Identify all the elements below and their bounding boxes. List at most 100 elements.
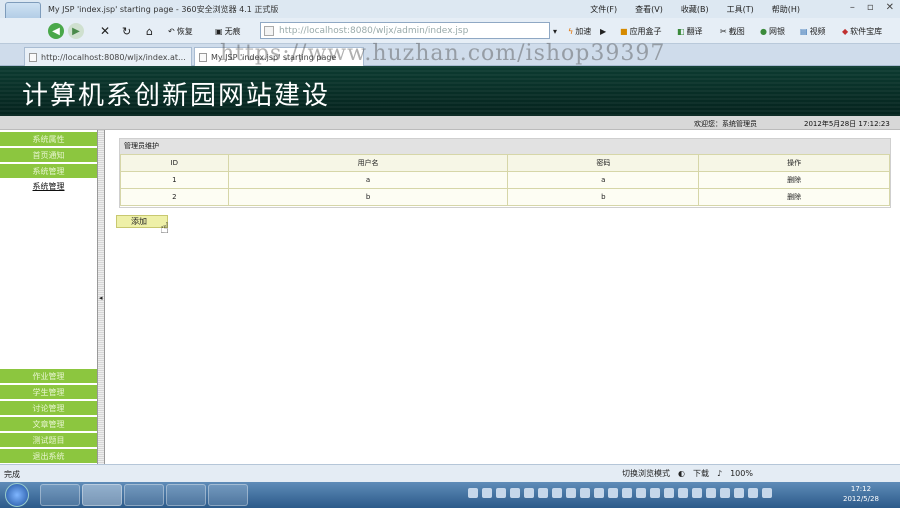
- sidebar-item-system-management[interactable]: 系统管理: [0, 164, 97, 179]
- software-button[interactable]: ◆ 软件宝库: [842, 23, 882, 39]
- menu-tools[interactable]: 工具(T): [727, 4, 754, 15]
- tray-icon[interactable]: [594, 488, 604, 498]
- menu-favorites[interactable]: 收藏(B): [681, 4, 709, 15]
- video-icon: ▤: [800, 26, 808, 36]
- clock-time: 17:12: [850, 485, 872, 493]
- taskbar-360-browser-icon[interactable]: [82, 484, 122, 506]
- taskbar-eclipse-icon[interactable]: [124, 484, 164, 506]
- tray-icon[interactable]: [552, 488, 562, 498]
- column-header-username: 用户名: [227, 154, 509, 172]
- window-titlebar: My JSP 'index.jsp' starting page - 360安全…: [0, 0, 900, 38]
- tray-icon[interactable]: [650, 488, 660, 498]
- frame-splitter[interactable]: ◂: [97, 130, 105, 464]
- tray-icon[interactable]: [580, 488, 590, 498]
- download-button[interactable]: 下载: [693, 468, 709, 479]
- tray-icon[interactable]: [510, 488, 520, 498]
- tray-icon[interactable]: [692, 488, 702, 498]
- sidebar-item-homework[interactable]: 作业管理: [0, 369, 97, 384]
- play-icon: ▶: [600, 26, 607, 36]
- window-title: My JSP 'index.jsp' starting page - 360安全…: [48, 5, 279, 14]
- tray-icon[interactable]: [734, 488, 744, 498]
- switch-mode-button[interactable]: 切换浏览模式: [622, 468, 670, 479]
- cell-password: b: [507, 188, 700, 206]
- tray-icon[interactable]: [762, 488, 772, 498]
- address-dropdown[interactable]: ▾: [553, 23, 557, 39]
- tray-icon[interactable]: [664, 488, 674, 498]
- tray-icon[interactable]: [636, 488, 646, 498]
- restore-button[interactable]: ↶ 恢复: [168, 23, 193, 39]
- tray-icon[interactable]: [524, 488, 534, 498]
- forward-button[interactable]: ▶: [68, 23, 84, 39]
- accelerate-button[interactable]: ϟ 加速: [568, 23, 591, 39]
- back-button[interactable]: ◀: [48, 23, 64, 39]
- forward-arrow-icon: ▶: [68, 23, 84, 39]
- tab-index-at[interactable]: http://localhost:8080/wljx/index.at...: [24, 47, 192, 66]
- collapse-arrow-icon[interactable]: ◂: [99, 294, 103, 302]
- sidebar-subitem-system-management[interactable]: 系统管理: [0, 179, 97, 194]
- start-button[interactable]: [5, 483, 29, 507]
- app-box-button[interactable]: ■ 应用盒子: [620, 23, 662, 39]
- tray-icon[interactable]: [706, 488, 716, 498]
- software-label: 软件宝库: [850, 26, 883, 36]
- main-content: 管理员维护 ID 用户名 密码 操作 1 a a 删除 2 b b 删除: [105, 130, 900, 464]
- app-box-icon: ■: [620, 26, 628, 36]
- delete-link[interactable]: 删除: [698, 171, 890, 189]
- netbank-label: 网银: [768, 26, 785, 36]
- refresh-button[interactable]: ↻: [122, 23, 131, 39]
- no-trace-button[interactable]: ▣ 无痕: [215, 23, 241, 39]
- menu-view[interactable]: 查看(V): [635, 4, 663, 15]
- tray-icon[interactable]: [622, 488, 632, 498]
- delete-link[interactable]: 删除: [698, 188, 890, 206]
- status-right: 切换浏览模式 ◐ 下载 ♪ 100%: [622, 468, 753, 479]
- menu-file[interactable]: 文件(F): [590, 4, 617, 15]
- maximize-icon[interactable]: ▫: [867, 2, 874, 13]
- tray-icon[interactable]: [678, 488, 688, 498]
- tray-icon[interactable]: [496, 488, 506, 498]
- home-button[interactable]: ⌂: [146, 23, 153, 39]
- netbank-button[interactable]: ● 网银: [760, 23, 785, 39]
- zoom-level[interactable]: 100%: [730, 469, 753, 478]
- translate-icon: ◧: [677, 26, 685, 36]
- no-trace-label: 无痕: [224, 26, 241, 36]
- system-tray: [468, 488, 772, 498]
- video-button[interactable]: ▤ 视频: [800, 23, 826, 39]
- tray-icon[interactable]: [566, 488, 576, 498]
- sidebar: 系统属性 首页通知 系统管理 系统管理 作业管理 学生管理 讨论管理 文章管理 …: [0, 130, 97, 464]
- tray-icon[interactable]: [468, 488, 478, 498]
- taskbar-feiq-icon[interactable]: [208, 484, 248, 506]
- tray-icon[interactable]: [608, 488, 618, 498]
- volume-icon[interactable]: ♪: [717, 469, 722, 478]
- translate-button[interactable]: ◧ 翻译: [677, 23, 703, 39]
- screenshot-button[interactable]: ✂ 截图: [720, 23, 745, 39]
- sidebar-item-test-questions[interactable]: 测试题目: [0, 433, 97, 448]
- address-bar[interactable]: http://localhost:8080/wljx/admin/index.j…: [260, 22, 550, 39]
- sidebar-item-discussion[interactable]: 讨论管理: [0, 401, 97, 416]
- go-button[interactable]: ▶: [600, 23, 606, 39]
- stop-button[interactable]: ✕: [100, 23, 110, 39]
- welcome-text: 欢迎您：系统管理员: [694, 120, 757, 128]
- tray-icon[interactable]: [748, 488, 758, 498]
- minimize-icon[interactable]: –: [850, 2, 855, 13]
- sidebar-item-logout[interactable]: 退出系统: [0, 449, 97, 464]
- back-arrow-icon: ◀: [48, 23, 64, 39]
- tray-icon[interactable]: [720, 488, 730, 498]
- sidebar-item-home-notice[interactable]: 首页通知: [0, 148, 97, 163]
- chevron-down-icon: ▾: [553, 26, 558, 36]
- cell-password: a: [507, 171, 700, 189]
- tray-icon[interactable]: [482, 488, 492, 498]
- tray-icon[interactable]: [538, 488, 548, 498]
- toggle-icon[interactable]: ◐: [678, 469, 685, 478]
- table-row: 2 b b 删除: [120, 188, 890, 206]
- sidebar-item-articles[interactable]: 文章管理: [0, 417, 97, 432]
- taskbar-ie-icon[interactable]: [40, 484, 80, 506]
- taskbar-app-icon[interactable]: [166, 484, 206, 506]
- menu-help[interactable]: 帮助(H): [772, 4, 800, 15]
- close-icon[interactable]: ✕: [886, 2, 894, 13]
- taskbar-clock[interactable]: 17:12 2012/5/28: [843, 484, 879, 504]
- sidebar-item-students[interactable]: 学生管理: [0, 385, 97, 400]
- home-icon: ⌂: [146, 24, 153, 38]
- scissors-icon: ✂: [720, 26, 727, 36]
- cell-id: 2: [120, 188, 229, 206]
- sidebar-item-system-properties[interactable]: 系统属性: [0, 132, 97, 147]
- lightning-icon: ϟ: [568, 26, 574, 36]
